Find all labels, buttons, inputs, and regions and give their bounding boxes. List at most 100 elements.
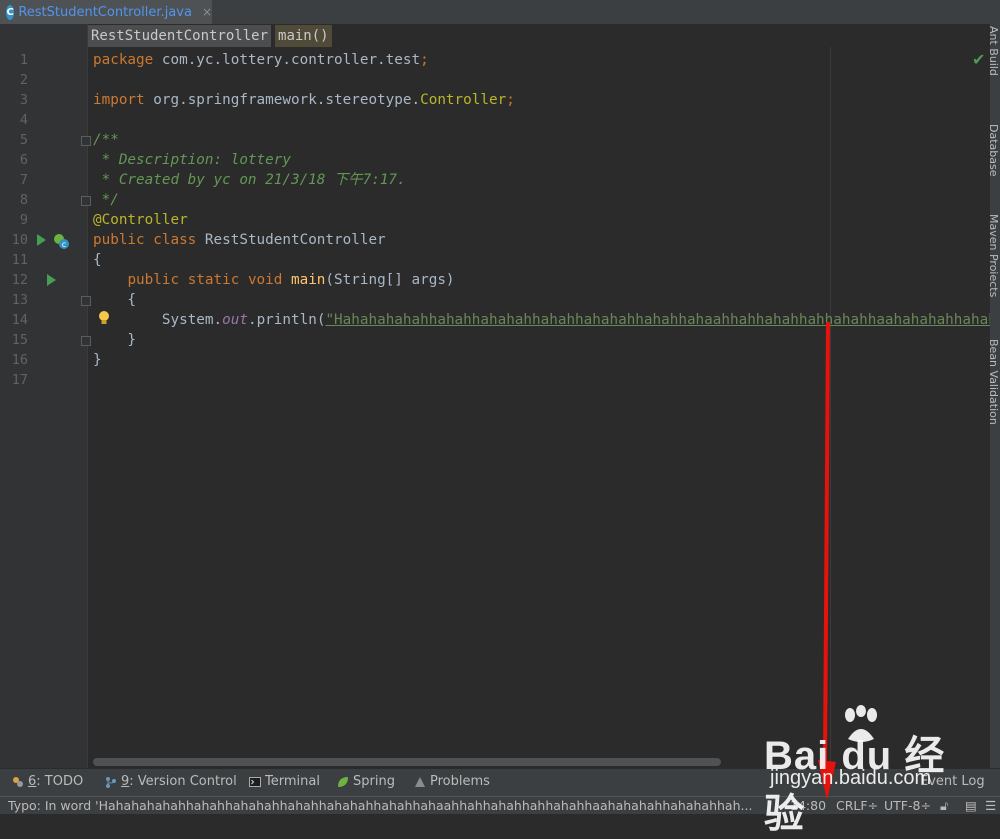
breadcrumb-class[interactable]: RestStudentController xyxy=(88,25,272,47)
tab-filename: RestStudentController.java xyxy=(18,4,192,20)
code-line: { xyxy=(93,292,137,308)
line-number: 7 xyxy=(19,172,28,188)
line-number: 8 xyxy=(19,192,28,208)
terminal-tool-button[interactable]: Terminal xyxy=(249,774,320,789)
code-line: @Controller xyxy=(93,212,188,228)
todo-label: : TODO xyxy=(36,774,84,789)
problems-tool-button[interactable]: Problems xyxy=(414,774,490,789)
fold-method-icon[interactable] xyxy=(81,296,91,306)
keyword: public static void xyxy=(127,272,283,288)
code-line: } xyxy=(93,332,137,348)
code-line: */ xyxy=(93,192,119,208)
fold-comment-icon[interactable] xyxy=(81,136,91,146)
line-number: 2 xyxy=(19,72,28,88)
line-number: 16 xyxy=(11,352,28,368)
event-log-label: Event Log xyxy=(920,774,985,789)
static-field: out xyxy=(222,312,248,328)
code-line: { xyxy=(93,252,102,268)
code-line: * Description: lottery xyxy=(93,152,291,168)
tab-rest-student-controller[interactable]: C RestStudentController.java × xyxy=(0,0,212,24)
version-control-icon xyxy=(106,776,116,788)
fold-end-icon[interactable] xyxy=(81,336,91,346)
class-name: RestStudentController xyxy=(196,232,386,248)
breadcrumb: RestStudentController main() xyxy=(88,25,332,47)
notification-icon[interactable]: ☰ xyxy=(985,798,996,813)
maven-projects-tab[interactable]: Maven Projects xyxy=(990,214,1000,297)
status-message: Typo: In word 'Hahahahahahhahahhahahahha… xyxy=(8,798,753,813)
bean-validation-tab[interactable]: Bean Validation xyxy=(990,339,1000,425)
editor-tab-bar: C RestStudentController.java × xyxy=(0,0,1000,25)
inspection-ok-icon[interactable]: ✔ xyxy=(972,50,985,69)
version-control-tool-button[interactable]: 9: Version Control xyxy=(105,774,237,789)
code-line: System.out.println("Hahahahahahhahahhaha… xyxy=(93,310,990,330)
right-tool-strip: Ant Build Database Maven Projects Bean V… xyxy=(990,24,1000,768)
line-number: 5 xyxy=(19,132,28,148)
line-number: 9 xyxy=(19,212,28,228)
code-line: public static void main(String[] args) xyxy=(93,270,455,290)
close-tab-icon[interactable]: × xyxy=(202,5,212,19)
method-name: main xyxy=(290,272,326,288)
todo-icon xyxy=(13,776,23,787)
svg-text:c: c xyxy=(62,240,66,249)
code-line: /** xyxy=(93,132,119,148)
import-class: Controller xyxy=(420,92,507,108)
run-main-icon[interactable] xyxy=(47,274,56,286)
line-number: 3 xyxy=(19,92,28,108)
todo-tool-button[interactable]: 6: TODO xyxy=(12,774,83,789)
code-line: import org.springframework.stereotype.Co… xyxy=(93,90,515,110)
status-bar: Typo: In word 'Hahahahahahhahahhahahahha… xyxy=(0,796,1000,814)
keyword: package xyxy=(93,52,154,68)
string-literal: "Hahahahahahhahahhahahahhahahhahahahhaha… xyxy=(325,312,990,328)
fold-end-icon[interactable] xyxy=(81,196,91,206)
line-number: 6 xyxy=(19,152,28,168)
line-number: 11 xyxy=(11,252,28,268)
code-editor[interactable] xyxy=(88,24,990,768)
red-annotation-arrow xyxy=(818,322,836,800)
line-number: 15 xyxy=(11,332,28,348)
line-separator[interactable]: CRLF÷ xyxy=(836,798,878,813)
java-class-icon: C xyxy=(6,4,15,20)
spring-tool-button[interactable]: Spring xyxy=(337,774,395,789)
package-name: com.yc.lottery.controller.test xyxy=(153,52,421,68)
terminal-icon xyxy=(249,776,261,787)
println-call: .println( xyxy=(247,312,326,328)
import-package: org.springframework.stereotype. xyxy=(144,92,421,108)
lightbulb-icon[interactable] xyxy=(97,310,111,326)
code-line: * Created by yc on 21/3/18 下午7:17. xyxy=(93,172,406,188)
problems-label: Problems xyxy=(430,774,490,789)
lock-icon[interactable]: 🔓︎ xyxy=(940,798,948,814)
semicolon: ; xyxy=(506,92,515,108)
terminal-label: Terminal xyxy=(265,774,320,789)
line-number: 10 xyxy=(11,232,28,248)
code-line: } xyxy=(93,352,102,368)
run-class-icon[interactable] xyxy=(37,234,46,246)
method-params: (String[] args) xyxy=(325,272,455,288)
spring-label: Spring xyxy=(353,774,395,789)
spring-bean-icon[interactable]: c xyxy=(53,233,69,249)
code-line: package com.yc.lottery.controller.test; xyxy=(93,50,429,70)
line-number: 12 xyxy=(11,272,28,288)
ant-build-tab[interactable]: Ant Build xyxy=(990,26,1000,76)
event-log-tool-button[interactable]: Event Log xyxy=(920,774,985,789)
vc-label: : Version Control xyxy=(129,774,237,789)
line-number: 4 xyxy=(19,112,28,128)
breadcrumb-method[interactable]: main() xyxy=(275,25,332,47)
code-line: public class RestStudentController xyxy=(93,230,386,250)
tool-window-bar: 6: TODO 9: Version Control Terminal Spri… xyxy=(0,768,1000,796)
keyword: public class xyxy=(93,232,197,248)
inspection-icon[interactable]: ▤ xyxy=(965,798,977,813)
warning-icon xyxy=(415,776,425,787)
line-number: 17 xyxy=(11,372,28,388)
spring-leaf-icon xyxy=(338,776,348,787)
file-encoding[interactable]: UTF-8÷ xyxy=(884,798,931,813)
line-number: 13 xyxy=(11,292,28,308)
line-number: 1 xyxy=(19,52,28,68)
horizontal-scrollbar[interactable] xyxy=(93,758,721,766)
system-class: System. xyxy=(161,312,223,328)
keyword: import xyxy=(93,92,145,108)
line-number: 14 xyxy=(11,312,28,328)
database-tab[interactable]: Database xyxy=(990,124,1000,177)
semicolon: ; xyxy=(420,52,429,68)
